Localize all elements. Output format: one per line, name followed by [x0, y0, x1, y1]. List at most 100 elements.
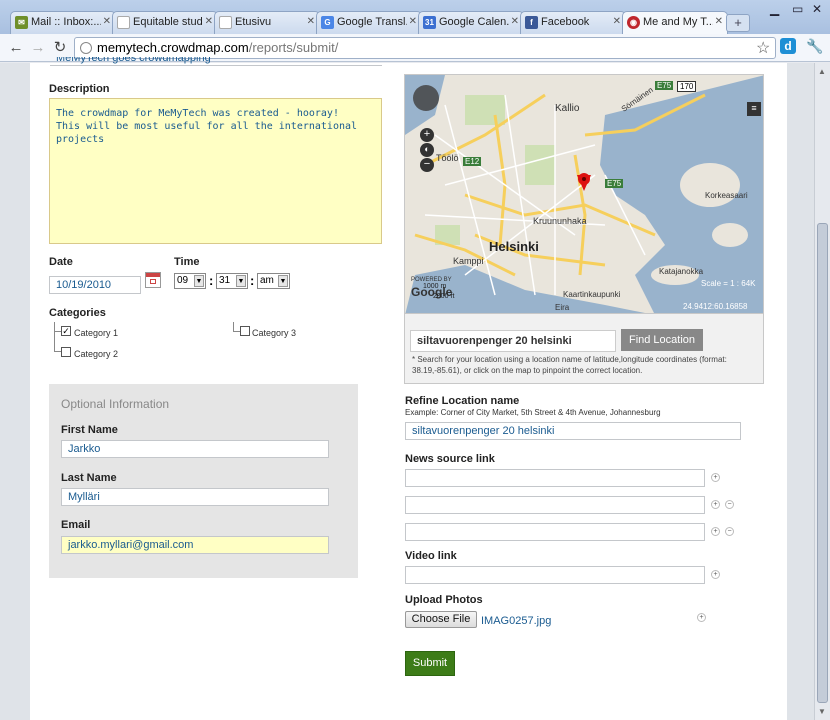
minimize-icon[interactable]: ▁ [770, 2, 779, 16]
vertical-scrollbar[interactable]: ▲ ▼ [814, 63, 830, 720]
choose-file-button[interactable]: Choose File [405, 611, 477, 628]
maximize-icon[interactable]: ▭ [792, 2, 803, 16]
extension-d-icon[interactable]: d [780, 38, 796, 54]
category-3-checkbox[interactable] [240, 326, 250, 336]
tab-label: Etusivu [235, 16, 272, 28]
date-label: Date [49, 256, 73, 268]
minute-value: 31 [219, 275, 231, 286]
map-label-kamppi: Kamppi [453, 256, 484, 266]
tab-label: Google Calen... [439, 16, 509, 28]
page-icon [117, 16, 130, 29]
tab-facebook[interactable]: f Facebook ✕ [520, 11, 626, 34]
hour-select[interactable]: 09 ▼ [174, 273, 206, 289]
video-link-input[interactable] [405, 566, 705, 584]
address-bar[interactable]: memytech.crowdmap.com/reports/submit/ [74, 37, 776, 59]
description-textarea[interactable]: The crowdmap for MeMyTech was created - … [49, 98, 382, 244]
map-label-korkeasaari: Korkeasaari [705, 191, 748, 200]
last-name-label: Last Name [61, 472, 117, 484]
close-icon[interactable]: ✕ [307, 16, 315, 27]
find-location-button[interactable]: Find Location [621, 329, 703, 351]
scrollbar-thumb[interactable] [817, 223, 828, 703]
chevron-down-icon: ▼ [236, 275, 246, 287]
map-label-katajanokka: Katajanokka [659, 267, 704, 276]
tab-strip: ✉ Mail :: Inbox:... ✕ Equitable stude...… [0, 0, 830, 35]
pan-control[interactable] [413, 85, 439, 111]
tab-etusivu[interactable]: Etusivu ✕ [214, 11, 320, 34]
zoom-in-icon[interactable]: + [420, 128, 434, 142]
tab-google-calendar[interactable]: 31 Google Calen... ✕ [418, 11, 524, 34]
close-icon[interactable]: ✕ [613, 16, 621, 27]
facebook-icon: f [525, 16, 538, 29]
scroll-up-icon[interactable]: ▲ [818, 67, 826, 76]
tab-google-translate[interactable]: G Google Transl... ✕ [316, 11, 422, 34]
road-e75-north: E75 [655, 81, 674, 90]
location-map[interactable]: + ◐ − ≡ Kallio Helsinki Kruununhaka Tööl… [404, 74, 764, 314]
refine-location-example: Example: Corner of City Market, 5th Stre… [405, 408, 661, 417]
scroll-down-icon[interactable]: ▼ [818, 707, 826, 716]
chevron-down-icon: ▼ [278, 275, 288, 287]
add-icon[interactable]: + [711, 570, 720, 579]
map-scale: Scale = 1 : 64K [701, 279, 756, 288]
road-e75: E75 [605, 179, 624, 188]
tree-line [54, 330, 61, 352]
add-icon[interactable]: + [711, 527, 720, 536]
news-link-input-3[interactable] [405, 523, 705, 541]
google-calendar-icon: 31 [423, 16, 436, 29]
add-icon[interactable]: + [711, 473, 720, 482]
refine-location-label: Refine Location name [405, 395, 520, 407]
submit-button[interactable]: Submit [405, 651, 455, 676]
email-input[interactable]: jarkko.myllari@gmail.com [61, 536, 329, 554]
layers-icon[interactable]: ≡ [747, 102, 761, 116]
news-source-label: News source link [405, 453, 495, 465]
tab-label: Me and My T... [643, 16, 713, 28]
email-label: Email [61, 519, 91, 531]
scale-bar-ft: 2000 ft [433, 293, 455, 300]
forward-icon[interactable]: → [28, 38, 48, 58]
close-icon[interactable]: ✕ [511, 16, 519, 27]
news-link-input-2[interactable] [405, 496, 705, 514]
tab-crowdmap[interactable]: ◉ Me and My T... ✕ [622, 11, 728, 35]
wrench-icon[interactable]: 🔧 [806, 38, 823, 55]
tab-equitable[interactable]: Equitable stude... ✕ [112, 11, 218, 34]
zoom-out-icon[interactable]: − [420, 158, 434, 172]
categories-label: Categories [49, 307, 106, 319]
minute-select[interactable]: 31 ▼ [216, 273, 248, 289]
globe-zoom-icon[interactable]: ◐ [420, 143, 434, 157]
tab-label: Equitable stude... [133, 16, 203, 28]
refine-location-input[interactable]: siltavuorenpenger 20 helsinki [405, 422, 741, 440]
new-tab-button[interactable]: + [726, 14, 750, 32]
time-colon: : [250, 273, 255, 288]
report-title-field[interactable]: MeMyTech goes crowdmapping [50, 57, 382, 66]
tab-label: Mail :: Inbox:... [31, 16, 101, 28]
reload-icon[interactable]: ↻ [50, 38, 70, 58]
add-icon[interactable]: + [711, 500, 720, 509]
tree-line [233, 322, 240, 332]
date-input[interactable]: 10/19/2010 [49, 276, 141, 294]
ampm-select[interactable]: am ▼ [257, 273, 290, 289]
globe-icon [80, 42, 92, 54]
back-icon[interactable]: ← [6, 38, 26, 58]
calendar-icon[interactable] [145, 272, 161, 288]
window-close-icon[interactable]: ✕ [812, 2, 822, 16]
close-icon[interactable]: ✕ [715, 16, 723, 27]
first-name-input[interactable]: Jarkko [61, 440, 329, 458]
news-link-input-1[interactable] [405, 469, 705, 487]
tab-mail[interactable]: ✉ Mail :: Inbox:... ✕ [10, 11, 116, 34]
upload-photos-label: Upload Photos [405, 594, 483, 606]
hour-value: 09 [177, 275, 189, 286]
add-icon[interactable]: + [697, 613, 706, 622]
time-label: Time [174, 256, 200, 268]
category-2-checkbox[interactable] [61, 347, 71, 357]
last-name-input[interactable]: Mylläri [61, 488, 329, 506]
category-1-checkbox[interactable]: ✓ [61, 326, 71, 336]
remove-icon[interactable]: − [725, 527, 734, 536]
location-search-input[interactable]: siltavuorenpenger 20 helsinki [410, 330, 616, 352]
close-icon[interactable]: ✕ [409, 16, 417, 27]
optional-info-title: Optional Information [61, 397, 170, 411]
video-link-label: Video link [405, 550, 457, 562]
close-icon[interactable]: ✕ [205, 16, 213, 27]
close-icon[interactable]: ✕ [103, 16, 111, 27]
remove-icon[interactable]: − [725, 500, 734, 509]
url-path: /reports/submit/ [248, 40, 339, 55]
bookmark-star-icon[interactable]: ☆ [756, 38, 770, 58]
